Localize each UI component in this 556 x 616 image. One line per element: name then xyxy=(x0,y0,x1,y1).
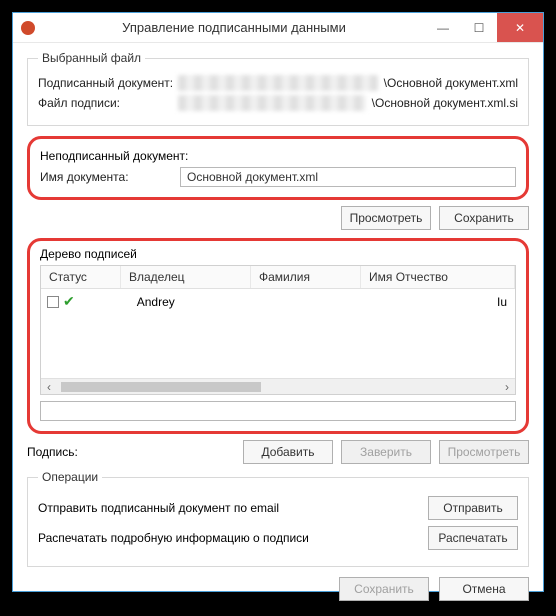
unsigned-legend-row: Неподписанный документ: xyxy=(40,149,516,163)
print-button[interactable]: Распечатать xyxy=(428,526,518,550)
titlebar: Управление подписанными данными ― ☐ ✕ xyxy=(13,13,543,43)
scroll-thumb[interactable] xyxy=(61,382,261,392)
cell-tail: Iu xyxy=(377,295,509,309)
scroll-left-icon[interactable]: ‹ xyxy=(41,380,57,394)
sig-file-label: Файл подписи: xyxy=(38,96,178,110)
minimize-button[interactable]: ― xyxy=(425,13,461,42)
send-email-button[interactable]: Отправить xyxy=(428,496,518,520)
maximize-button[interactable]: ☐ xyxy=(461,13,497,42)
col-name-patronymic[interactable]: Имя Отчество xyxy=(361,266,515,288)
signature-tree-highlight: Дерево подписей Статус Владелец Фамилия … xyxy=(27,238,529,434)
unsigned-buttons: Просмотреть Сохранить xyxy=(27,206,529,230)
app-icon xyxy=(21,21,35,35)
doc-name-row: Имя документа: xyxy=(40,167,516,187)
unsigned-doc-highlight: Неподписанный документ: Имя документа: xyxy=(27,136,529,200)
add-signature-button[interactable]: Добавить xyxy=(243,440,333,464)
tree-footer-row xyxy=(40,401,516,421)
operations-group: Операции Отправить подписанный документ … xyxy=(27,470,529,567)
view-doc-button[interactable]: Просмотреть xyxy=(341,206,431,230)
col-owner[interactable]: Владелец xyxy=(121,266,251,288)
row-checkbox[interactable] xyxy=(47,296,59,308)
signed-doc-path-blur xyxy=(178,75,378,91)
tree-legend: Дерево подписей xyxy=(40,247,516,261)
doc-name-input[interactable] xyxy=(180,167,516,187)
signature-row: Подпись: Добавить Заверить Просмотреть xyxy=(27,440,529,464)
selected-file-group: Выбранный файл Подписанный документ: \Ос… xyxy=(27,51,529,126)
tree-path-input[interactable] xyxy=(40,401,516,421)
footer-cancel-button[interactable]: Отмена xyxy=(439,577,529,601)
check-ok-icon: ✔ xyxy=(63,293,75,310)
footer-save-button[interactable]: Сохранить xyxy=(339,577,429,601)
signed-doc-label: Подписанный документ: xyxy=(38,76,178,90)
window-buttons: ― ☐ ✕ xyxy=(425,13,543,42)
tree-header: Статус Владелец Фамилия Имя Отчество xyxy=(41,266,515,289)
save-doc-button[interactable]: Сохранить xyxy=(439,206,529,230)
sig-file-row: Файл подписи: \Основной документ.xml.si xyxy=(38,95,518,111)
close-button[interactable]: ✕ xyxy=(497,13,543,42)
signed-doc-row: Подписанный документ: \Основной документ… xyxy=(38,75,518,91)
print-text: Распечатать подробную информацию о подпи… xyxy=(38,531,428,545)
verify-signature-button[interactable]: Заверить xyxy=(341,440,431,464)
dialog-footer: Сохранить Отмена xyxy=(27,577,529,601)
signed-doc-suffix: \Основной документ.xml xyxy=(384,76,518,90)
cell-owner: Andrey xyxy=(137,295,267,309)
col-surname[interactable]: Фамилия xyxy=(251,266,361,288)
signature-label: Подпись: xyxy=(27,445,91,459)
sig-file-path-blur xyxy=(178,95,366,111)
unsigned-legend: Неподписанный документ: xyxy=(40,149,188,163)
operations-legend: Операции xyxy=(38,470,102,484)
email-row: Отправить подписанный документ по email … xyxy=(38,496,518,520)
email-text: Отправить подписанный документ по email xyxy=(38,501,428,515)
window-title: Управление подписанными данными xyxy=(43,20,425,35)
view-signature-button[interactable]: Просмотреть xyxy=(439,440,529,464)
scroll-right-icon[interactable]: › xyxy=(499,380,515,394)
table-row[interactable]: ✔ Andrey Iu xyxy=(41,289,515,314)
col-status[interactable]: Статус xyxy=(41,266,121,288)
print-row: Распечатать подробную информацию о подпи… xyxy=(38,526,518,550)
signature-tree: Статус Владелец Фамилия Имя Отчество ✔ A… xyxy=(40,265,516,395)
window-frame: Управление подписанными данными ― ☐ ✕ Вы… xyxy=(12,12,544,592)
selected-file-legend: Выбранный файл xyxy=(38,51,145,65)
doc-name-label: Имя документа: xyxy=(40,170,180,184)
sig-file-suffix: \Основной документ.xml.si xyxy=(372,96,518,110)
window-body: Выбранный файл Подписанный документ: \Ос… xyxy=(13,43,543,609)
horizontal-scrollbar[interactable]: ‹ › xyxy=(41,378,515,394)
